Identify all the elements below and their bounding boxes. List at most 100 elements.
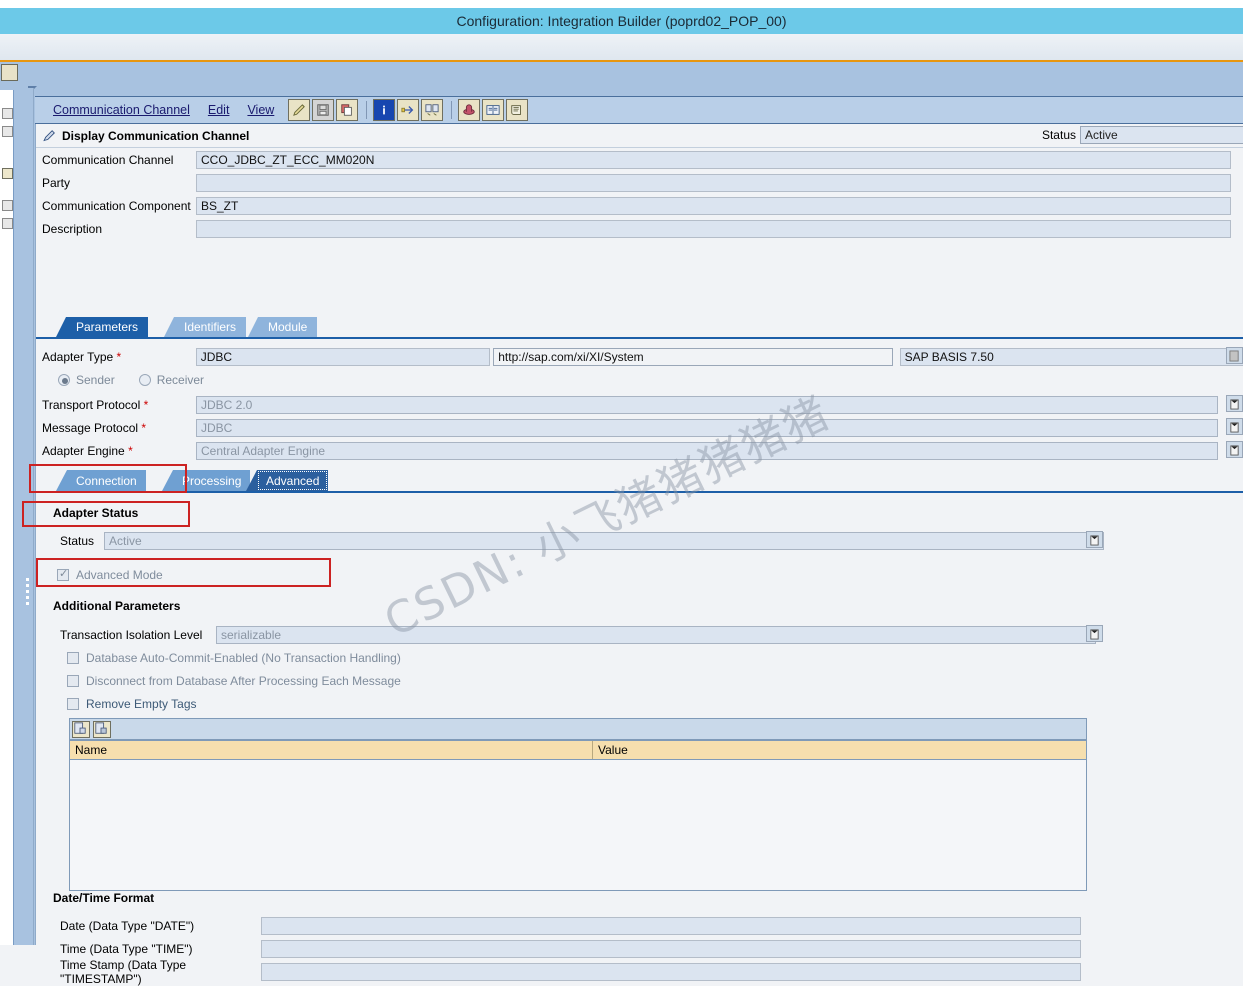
checkbox-database-auto-commit[interactable] [67, 652, 79, 664]
row-auto-commit: Database Auto-Commit-Enabled (No Transac… [67, 651, 401, 665]
checkbox-remove-empty-tags[interactable] [67, 698, 79, 710]
window-title-bar: Configuration: Integration Builder (popr… [0, 8, 1243, 34]
input-adapter-status[interactable]: Active [104, 531, 1104, 550]
radio-receiver[interactable] [138, 374, 151, 386]
input-communication-channel[interactable]: CCO_JDBC_ZT_ECC_MM020N [196, 150, 1231, 169]
toolbar-group-edit [288, 99, 373, 121]
history-icon[interactable] [458, 99, 481, 121]
field-row-transport-protocol: Transport Protocol * JDBC 2.0 [36, 394, 1243, 415]
window-title: Configuration: Integration Builder (popr… [456, 13, 787, 29]
save-icon[interactable] [312, 99, 335, 121]
field-row-adapter-status: Status Active [36, 530, 1243, 551]
field-row-communication-component: Communication Component BS_ZT [36, 195, 1243, 216]
checkbox-advanced-mode[interactable] [57, 567, 69, 581]
tab-module[interactable]: Module [248, 317, 318, 337]
vertical-splitter[interactable] [22, 88, 34, 945]
menu-view[interactable]: View [247, 103, 274, 117]
input-adapter-namespace[interactable]: http://sap.com/xi/XI/System [493, 347, 893, 366]
transaction-isolation-dropdown-button[interactable] [1086, 625, 1103, 642]
toolbar-separator-2 [451, 101, 453, 119]
input-party[interactable] [196, 173, 1231, 192]
tab-identifiers[interactable]: Identifiers [164, 317, 247, 337]
input-time-format[interactable] [261, 939, 1081, 958]
row-remove-empty-tags: Remove Empty Tags [67, 697, 197, 711]
parameters-table-toolbar [69, 718, 1087, 740]
section-additional-parameters-title: Additional Parameters [53, 599, 181, 613]
input-adapter-engine[interactable]: Central Adapter Engine [196, 441, 1218, 460]
splitter-grip[interactable] [26, 578, 29, 612]
message-protocol-dropdown-button[interactable] [1226, 418, 1243, 435]
info-icon[interactable] [373, 99, 396, 121]
toolbar-separator-1 [366, 101, 368, 119]
parameters-table-body[interactable] [69, 760, 1087, 891]
label-database-auto-commit: Database Auto-Commit-Enabled (No Transac… [86, 651, 401, 665]
label-party: Party [42, 175, 71, 190]
application-window: Communication Channel Edit View Display … [22, 62, 1243, 986]
row-disconnect-after-message: Disconnect from Database After Processin… [67, 674, 401, 688]
input-software-component-version[interactable]: SAP BASIS 7.50 [899, 347, 1243, 366]
sub-tab-strip: Connection Processing Advanced [36, 470, 1243, 491]
label-transport-protocol-text: Transport Protocol [42, 397, 141, 412]
header-status-value: Active [1080, 126, 1243, 144]
label-transaction-isolation-level: Transaction Isolation Level [60, 627, 203, 642]
subtab-processing[interactable]: Processing [162, 470, 251, 491]
adapter-engine-dropdown-button[interactable] [1226, 441, 1243, 458]
header-status-label: Status [1041, 128, 1076, 142]
edit-pencil-icon[interactable] [288, 99, 311, 121]
background-mini-node-4 [2, 200, 13, 211]
copy-icon[interactable] [336, 99, 359, 121]
label-disconnect-after-message: Disconnect from Database After Processin… [86, 674, 401, 688]
log-icon[interactable] [506, 99, 529, 121]
menu-communication-channel[interactable]: Communication Channel [53, 103, 190, 117]
parameters-table-header: Name Value [69, 740, 1087, 760]
input-message-protocol[interactable]: JDBC [196, 418, 1218, 437]
content-panel: Display Communication Channel Status Act… [35, 124, 1243, 986]
direction-radio-group: Sender Receiver [58, 373, 222, 387]
where-used-icon[interactable] [397, 99, 420, 121]
menu-edit[interactable]: Edit [208, 103, 230, 117]
label-advanced-mode: Advanced Mode [76, 568, 163, 582]
compare-icon[interactable] [421, 99, 444, 121]
label-communication-channel: Communication Channel [42, 152, 174, 167]
panel-header: Display Communication Channel Status Act… [36, 124, 1243, 148]
label-adapter-type: Adapter Type * [42, 349, 122, 364]
field-row-adapter-type: Adapter Type * JDBC http://sap.com/xi/XI… [36, 346, 1243, 367]
delete-row-icon[interactable] [93, 720, 111, 738]
label-adapter-type-text: Adapter Type [42, 349, 114, 364]
input-date-format[interactable] [261, 916, 1081, 935]
label-adapter-engine-text: Adapter Engine [42, 443, 125, 458]
toolbar-group-tools [458, 99, 530, 121]
input-communication-component[interactable]: BS_ZT [196, 196, 1231, 215]
column-header-name[interactable]: Name [70, 741, 593, 759]
documentation-icon[interactable] [482, 99, 505, 121]
main-tab-strip: Parameters Identifiers Module [36, 317, 1243, 337]
tab-parameters[interactable]: Parameters [56, 317, 149, 337]
row-advanced-mode: Advanced Mode [57, 567, 163, 582]
input-adapter-type[interactable]: JDBC [195, 347, 491, 366]
subtab-connection[interactable]: Connection [56, 470, 146, 491]
label-transport-protocol: Transport Protocol * [42, 397, 149, 412]
adapter-status-dropdown-button[interactable] [1086, 531, 1103, 548]
input-description[interactable] [196, 219, 1231, 238]
background-mini-node-3 [2, 168, 13, 179]
field-row-timestamp-format: Time Stamp (Data Type "TIMESTAMP") [36, 958, 1243, 986]
field-row-party: Party [36, 172, 1243, 193]
adapter-type-value-help-button[interactable] [1226, 347, 1243, 364]
display-channel-icon [42, 129, 57, 143]
subtab-processing-label: Processing [182, 473, 242, 488]
field-row-date-format: Date (Data Type "DATE") [36, 915, 1243, 936]
subtab-advanced[interactable]: Advanced [246, 470, 329, 491]
toolbar-group-info [373, 99, 458, 121]
radio-sender[interactable] [58, 374, 70, 386]
transport-protocol-dropdown-button[interactable] [1226, 395, 1243, 412]
insert-row-icon[interactable] [72, 720, 90, 738]
column-header-value[interactable]: Value [593, 741, 1086, 759]
input-transport-protocol[interactable]: JDBC 2.0 [196, 395, 1218, 414]
field-row-time-format: Time (Data Type "TIME") [36, 938, 1243, 959]
input-timestamp-format[interactable] [261, 962, 1081, 981]
radio-sender-label: Sender [76, 373, 115, 387]
checkbox-disconnect-after-message[interactable] [67, 675, 79, 687]
input-transaction-isolation-level[interactable]: serializable [216, 625, 1096, 644]
field-row-description: Description [36, 218, 1243, 239]
sub-tab-underline [36, 491, 1243, 493]
